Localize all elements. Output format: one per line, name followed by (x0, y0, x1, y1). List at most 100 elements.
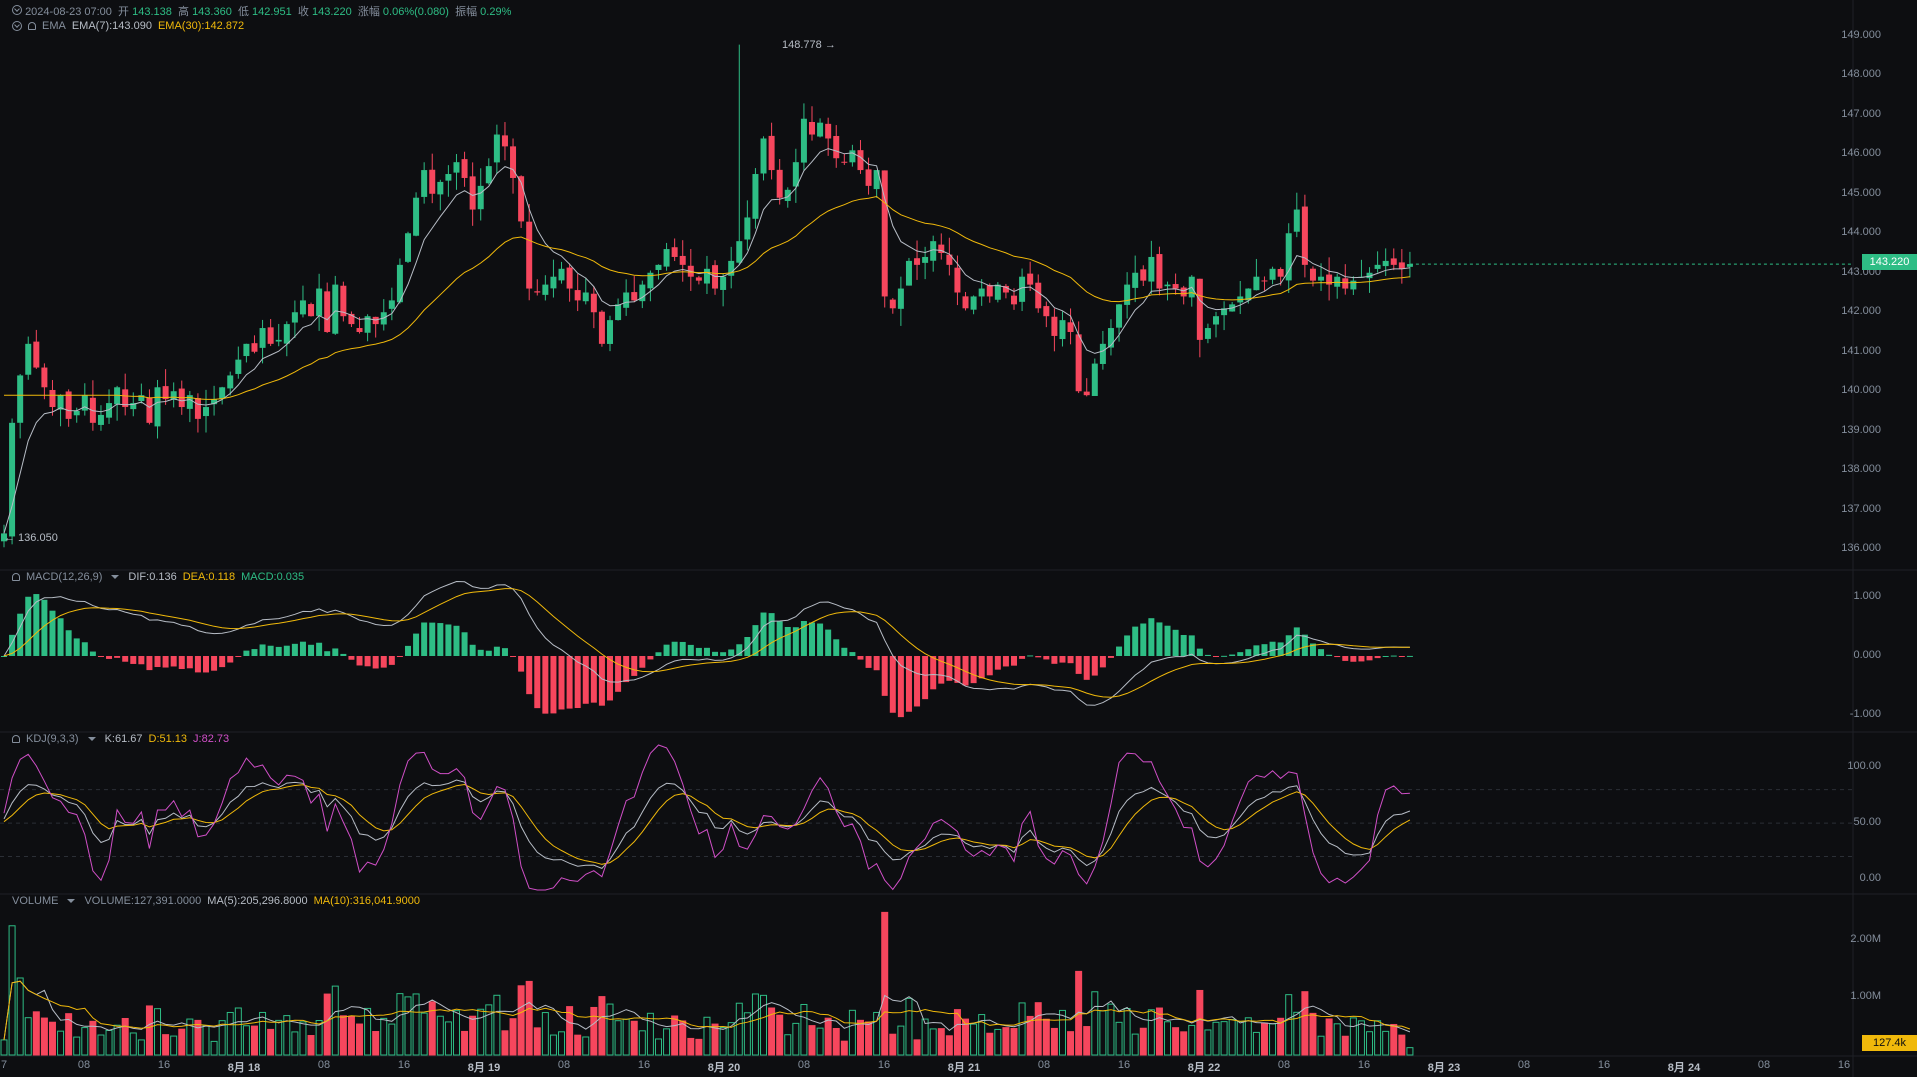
volume-bar (776, 1014, 784, 1056)
volume-bar (671, 1015, 679, 1056)
volume-bar (57, 1030, 65, 1056)
volume-bar (1357, 1020, 1365, 1056)
price-tick-label: 139.000 (1841, 423, 1881, 436)
volume-tick-label: 2.00M (1850, 932, 1881, 945)
macd-histogram-bar (1051, 656, 1058, 664)
dropdown-icon[interactable] (87, 737, 96, 741)
volume-bar (210, 1040, 218, 1056)
macd-histogram-bar (461, 632, 468, 656)
time-tick-label: 16 (1837, 1059, 1851, 1071)
candle-body (534, 291, 541, 293)
candle-body (744, 217, 751, 240)
collapse-icon[interactable] (12, 21, 22, 31)
candle-body (469, 176, 476, 210)
close-value: 143.220 (311, 6, 352, 18)
candle-body (703, 268, 710, 284)
kdj-tick-label: 100.00 (1847, 760, 1881, 773)
volume-bar (178, 1028, 186, 1056)
volume-bar (824, 1017, 832, 1056)
candle-body (41, 367, 48, 388)
macd-histogram-bar (809, 622, 815, 656)
ema-label[interactable]: EMA (42, 20, 66, 32)
volume-bar (679, 1020, 687, 1056)
macd-histogram-bar (1180, 635, 1187, 656)
bell-icon[interactable] (12, 573, 20, 581)
volume-bar (703, 1016, 711, 1056)
macd-histogram-bar (308, 644, 315, 656)
volume-legend: VOLUME VOLUME:127,391.0000 MA(5):205,296… (12, 895, 420, 907)
dropdown-icon[interactable] (111, 575, 120, 579)
macd-histogram-bar (703, 647, 710, 656)
candle-body (356, 328, 363, 332)
candle-body (388, 300, 395, 309)
kdj-label[interactable]: KDJ(9,3,3) (26, 733, 79, 745)
time-tick-label: 08 (77, 1059, 91, 1071)
volume-value: VOLUME:127,391.0000 (84, 895, 202, 907)
volume-bar (339, 1015, 347, 1056)
macd-histogram-bar (106, 656, 113, 659)
macd-label[interactable]: MACD(12,26,9) (26, 571, 102, 583)
volume-bar (549, 1034, 557, 1056)
volume-bar (606, 1003, 614, 1056)
macd-histogram-bar (316, 642, 323, 656)
macd-histogram-bar (970, 656, 977, 684)
volume-bar (1252, 1031, 1260, 1056)
macd-histogram-bar (1237, 652, 1244, 656)
macd-histogram-bar (162, 656, 169, 668)
volume-bar (1244, 1017, 1252, 1056)
macd-histogram-bar (712, 651, 719, 656)
chart-canvas[interactable] (0, 0, 1917, 1077)
bell-icon[interactable] (12, 735, 20, 743)
volume-bar (32, 1011, 40, 1056)
volume-label[interactable]: VOLUME (12, 895, 58, 907)
current-volume-tag: 127.4k (1862, 1035, 1917, 1051)
macd-histogram-bar (477, 649, 484, 656)
macd-histogram-bar (154, 656, 161, 668)
macd-histogram-bar (283, 645, 290, 656)
volume-bar (1172, 1027, 1180, 1056)
time-tick-label: 08 (317, 1059, 331, 1071)
candle-body (308, 304, 315, 317)
candle-body (784, 189, 791, 201)
macd-histogram-bar (146, 656, 153, 671)
candle-body (809, 122, 815, 135)
macd-histogram-bar (1172, 629, 1179, 656)
candle-body (1309, 268, 1316, 281)
candle-body (752, 174, 759, 219)
volume-bar (1164, 1021, 1172, 1056)
volume-bar (356, 1023, 364, 1056)
volume-bar (1083, 1026, 1091, 1056)
time-tick-label: 16 (1357, 1059, 1371, 1071)
collapse-icon[interactable] (12, 5, 22, 15)
time-tick-label: 16 (157, 1059, 171, 1071)
volume-bar (105, 1029, 113, 1056)
volume-bar (1123, 1008, 1131, 1056)
volume-bar (792, 1022, 800, 1056)
macd-histogram-bar (986, 656, 993, 676)
volume-bar (396, 993, 404, 1056)
candle-body (914, 258, 921, 265)
macd-histogram-bar (73, 638, 80, 656)
volume-bar (323, 993, 331, 1056)
volume-bar (1034, 1002, 1042, 1056)
price-tick-label: 147.000 (1841, 107, 1881, 120)
macd-histogram-bar (1188, 635, 1195, 656)
close-label: 收 (297, 6, 309, 18)
macd-histogram-bar (405, 645, 411, 656)
macd-histogram-bar (631, 656, 638, 676)
volume-bar (614, 1020, 622, 1056)
time-tick-label: 8月 22 (1187, 1062, 1221, 1074)
bell-icon[interactable] (28, 22, 36, 30)
candle-body (332, 284, 339, 334)
macd-histogram-bar (203, 656, 209, 673)
macd-histogram-bar (1213, 656, 1219, 657)
kdj-d: D:51.13 (148, 733, 188, 745)
volume-bar (1107, 1003, 1115, 1056)
macd-histogram-bar (744, 636, 751, 656)
volume-bar (291, 1031, 299, 1056)
candle-body (73, 410, 80, 416)
volume-bar (808, 1025, 816, 1056)
dropdown-icon[interactable] (67, 899, 76, 903)
volume-bar (1285, 994, 1293, 1056)
volume-bar (73, 1036, 81, 1056)
